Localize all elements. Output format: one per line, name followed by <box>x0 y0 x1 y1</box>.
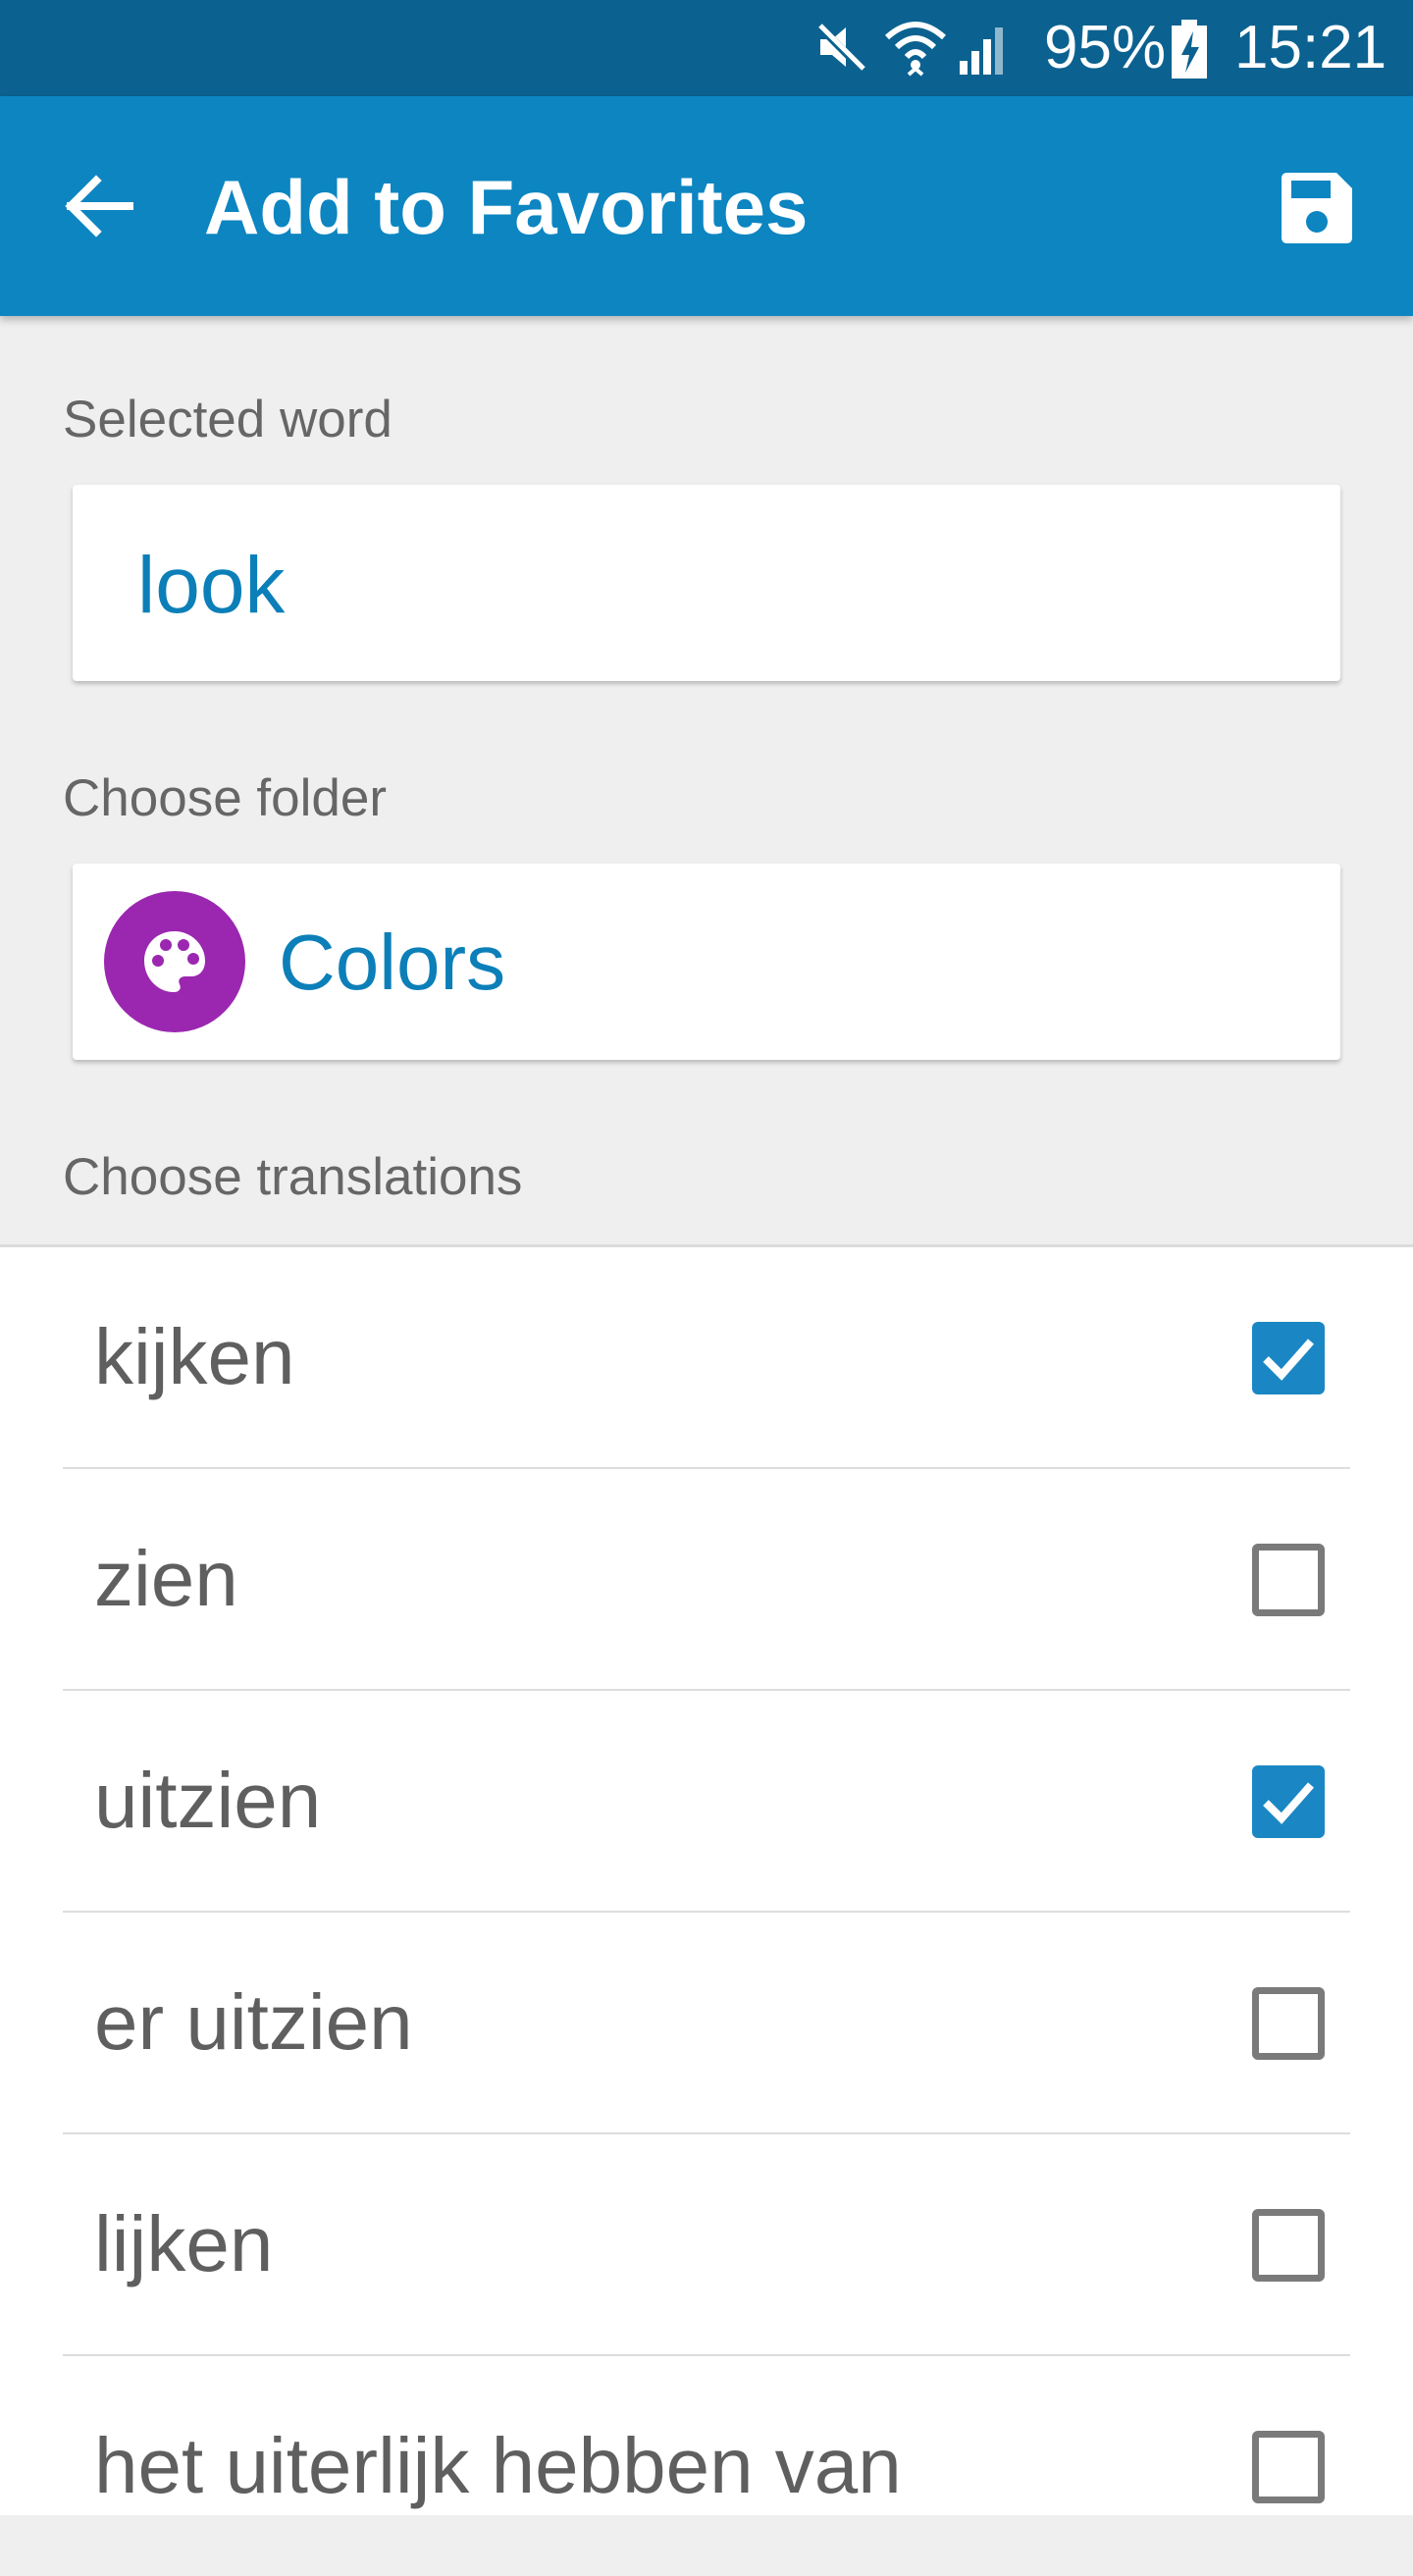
battery-percentage: 95% <box>1044 14 1167 81</box>
translation-row-het-uiterlijk-hebben-van[interactable]: het uiterlijk hebben van <box>63 2356 1350 2576</box>
status-bar: 95% 15:21 <box>0 0 1413 96</box>
battery-charging-icon <box>1170 20 1209 85</box>
translation-label: het uiterlijk hebben van <box>94 2422 902 2509</box>
choose-folder-label: Choose folder <box>63 769 387 827</box>
save-button[interactable] <box>1258 159 1376 257</box>
wifi-icon <box>883 18 948 83</box>
back-button[interactable] <box>39 147 157 265</box>
checkbox-unchecked[interactable] <box>1252 2431 1325 2503</box>
translation-row-zien[interactable]: zien <box>63 1469 1350 1691</box>
checkbox-unchecked[interactable] <box>1252 1987 1325 2060</box>
checkbox-checked[interactable] <box>1252 1765 1325 1838</box>
check-icon <box>1263 1782 1314 1824</box>
translation-label: kijken <box>94 1313 295 1400</box>
translation-row-kijken[interactable]: kijken <box>63 1247 1350 1469</box>
page-title: Add to Favorites <box>204 164 809 250</box>
translation-label: uitzien <box>94 1757 322 1844</box>
app-bar: Add to Favorites <box>0 96 1413 316</box>
translation-row-uitzien[interactable]: uitzien <box>63 1691 1350 1913</box>
translation-label: er uitzien <box>94 1978 413 2066</box>
selected-word-card[interactable]: look <box>73 485 1340 681</box>
folder-name: Colors <box>279 919 506 1006</box>
folder-avatar <box>104 891 245 1032</box>
translation-label: zien <box>94 1535 238 1622</box>
checkbox-unchecked[interactable] <box>1252 1544 1325 1616</box>
arrow-left-icon <box>65 175 133 237</box>
check-icon <box>1263 1339 1314 1381</box>
checkbox-checked[interactable] <box>1252 1322 1325 1394</box>
translation-row-er-uitzien[interactable]: er uitzien <box>63 1913 1350 2134</box>
selected-word-label: Selected word <box>63 391 392 448</box>
signal-icon <box>958 18 1013 81</box>
checkbox-unchecked[interactable] <box>1252 2209 1325 2282</box>
choose-translations-label: Choose translations <box>63 1148 523 1206</box>
selected-word-value: look <box>137 541 286 630</box>
clock: 15:21 <box>1234 14 1387 81</box>
translations-list: kijken zien uitzien er uitzien lijken he… <box>0 1244 1413 2515</box>
save-icon <box>1282 173 1352 243</box>
translation-label: lijken <box>94 2200 274 2287</box>
palette-icon <box>144 931 205 992</box>
mute-icon <box>811 18 869 81</box>
folder-selector[interactable]: Colors <box>73 864 1340 1060</box>
translation-row-lijken[interactable]: lijken <box>63 2134 1350 2356</box>
